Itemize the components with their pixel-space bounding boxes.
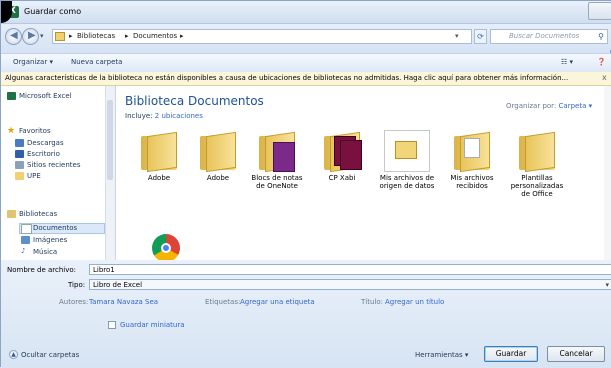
music-icon: ♪ bbox=[21, 247, 26, 255]
folder-icon bbox=[15, 172, 24, 180]
nav-item-excel[interactable]: Microsoft Excel bbox=[19, 92, 72, 100]
new-folder-button[interactable]: Nueva carpeta bbox=[71, 58, 122, 66]
file-view: Biblioteca Documentos Incluye: 2 ubicaci… bbox=[116, 86, 611, 260]
folder-icon bbox=[55, 32, 65, 41]
close-icon[interactable]: x bbox=[602, 73, 607, 82]
nav-item-downloads[interactable]: Descargas bbox=[27, 139, 64, 147]
type-label: Tipo: bbox=[68, 281, 86, 289]
search-placeholder: Buscar Documentos bbox=[509, 32, 580, 40]
navigation-pane: Microsoft Excel ★ Favoritos Descargas Es… bbox=[1, 86, 116, 260]
save-as-dialog: Guardar como ▾ ▸ Bibliotecas ▸ Documento… bbox=[0, 0, 611, 368]
excel-icon bbox=[7, 92, 16, 100]
documents-icon bbox=[21, 224, 32, 234]
file-view-scrollbar[interactable] bbox=[604, 86, 611, 260]
info-bar-text[interactable]: Algunas características de la biblioteca… bbox=[5, 74, 568, 82]
search-input[interactable]: Buscar Documentos ⚲ bbox=[490, 29, 608, 44]
list-item[interactable]: Adobe bbox=[188, 130, 248, 216]
nav-scrollbar[interactable] bbox=[105, 86, 115, 260]
arrange-by-dropdown[interactable]: Carpeta ▾ bbox=[559, 102, 593, 110]
nav-item-pictures[interactable]: Imágenes bbox=[33, 236, 67, 244]
authors-label: Autores: bbox=[59, 298, 89, 306]
save-form: Nombre de archivo: Libro1 Tipo: Libro de… bbox=[1, 260, 611, 368]
filename-field[interactable]: Libro1 bbox=[89, 264, 611, 275]
pdf-folder-icon bbox=[322, 130, 364, 173]
folder-icon bbox=[452, 130, 494, 173]
save-thumbnail-label[interactable]: Guardar miniatura bbox=[120, 321, 185, 329]
library-title: Biblioteca Documentos bbox=[125, 94, 264, 108]
close-button[interactable] bbox=[588, 2, 611, 20]
tools-button[interactable]: Herramientas ▾ bbox=[415, 351, 468, 359]
view-options-icon[interactable]: ☷ ▾ bbox=[561, 58, 573, 66]
folder-icon bbox=[517, 130, 559, 173]
data-sources-icon bbox=[384, 130, 430, 172]
list-item[interactable]: Blocs de notas de OneNote bbox=[247, 130, 307, 216]
list-item[interactable]: CP Xabi bbox=[312, 130, 372, 216]
nav-item-desktop[interactable]: Escritorio bbox=[27, 150, 60, 158]
recent-pages-dropdown[interactable]: ▾ bbox=[40, 32, 44, 40]
downloads-icon bbox=[15, 139, 24, 147]
list-item[interactable]: Plantillas personalizadas de Office bbox=[507, 130, 567, 216]
nav-item-upe[interactable]: UPE bbox=[27, 172, 41, 180]
cancel-button[interactable]: Cancelar bbox=[547, 346, 605, 362]
nav-item-music[interactable]: Música bbox=[33, 248, 57, 256]
forward-button[interactable] bbox=[22, 28, 39, 45]
hide-folders-button[interactable]: Ocultar carpetas bbox=[21, 351, 79, 359]
list-item[interactable]: Adobe bbox=[129, 130, 189, 216]
title-bar: Guardar como bbox=[1, 1, 611, 24]
save-thumbnail-checkbox[interactable] bbox=[108, 321, 116, 329]
folder-icon bbox=[198, 130, 240, 173]
breadcrumb-bibliotecas[interactable]: Bibliotecas bbox=[77, 32, 115, 40]
search-icon: ⚲ bbox=[598, 32, 604, 41]
scrollbar-thumb[interactable] bbox=[107, 100, 113, 180]
nav-item-recent[interactable]: Sitios recientes bbox=[27, 161, 81, 169]
list-item[interactable]: Mis archivos de origen de datos bbox=[377, 130, 437, 216]
refresh-button[interactable]: ⟳ bbox=[474, 29, 487, 44]
authors-field[interactable]: Tamara Navaza Sea bbox=[89, 298, 158, 306]
libraries-icon bbox=[7, 210, 16, 218]
chevron-up-icon[interactable]: ▲ bbox=[9, 350, 18, 359]
back-button[interactable] bbox=[5, 28, 22, 45]
file-type-select[interactable]: Libro de Excel ▾ bbox=[89, 279, 611, 290]
nav-item-documents[interactable]: Documentos bbox=[33, 224, 77, 232]
onenote-folder-icon bbox=[257, 130, 299, 173]
help-icon[interactable]: ❓ bbox=[597, 58, 606, 66]
save-button[interactable]: Guardar bbox=[484, 346, 538, 362]
desktop-icon bbox=[15, 150, 24, 158]
locations-link[interactable]: 2 ubicaciones bbox=[155, 112, 203, 120]
chevron-down-icon[interactable]: ▾ bbox=[455, 32, 459, 40]
list-item[interactable]: Mis archivos recibidos bbox=[442, 130, 502, 216]
nav-item-favorites[interactable]: Favoritos bbox=[19, 127, 51, 135]
title-field[interactable]: Agregar un título bbox=[385, 298, 444, 306]
star-icon: ★ bbox=[7, 126, 16, 136]
info-bar[interactable]: Algunas características de la biblioteca… bbox=[1, 72, 611, 86]
tags-label: Etiquetas: bbox=[205, 298, 241, 306]
filename-label: Nombre de archivo: bbox=[7, 266, 77, 274]
chrome-icon[interactable] bbox=[152, 234, 180, 260]
folder-icon bbox=[139, 130, 181, 173]
nav-item-libraries[interactable]: Bibliotecas bbox=[19, 210, 57, 218]
tags-field[interactable]: Agregar una etiqueta bbox=[240, 298, 315, 306]
arrange-by: Organizar por: Carpeta ▾ bbox=[506, 102, 593, 110]
window-title: Guardar como bbox=[24, 7, 82, 16]
breadcrumb-documentos[interactable]: Documentos bbox=[133, 32, 177, 40]
breadcrumb[interactable]: ▸ Bibliotecas ▸ Documentos ▸ ▾ bbox=[52, 29, 472, 44]
pictures-icon bbox=[21, 236, 30, 244]
library-includes: Incluye: 2 ubicaciones bbox=[125, 112, 203, 120]
organize-button[interactable]: Organizar ▾ bbox=[13, 58, 53, 66]
title-label: Título: bbox=[361, 298, 383, 306]
address-bar: ▾ ▸ Bibliotecas ▸ Documentos ▸ ▾ ⟳ Busca… bbox=[1, 24, 611, 50]
chevron-down-icon: ▾ bbox=[605, 281, 609, 289]
recent-places-icon bbox=[15, 161, 24, 169]
command-bar: Organizar ▾ Nueva carpeta ☷ ▾ ❓ bbox=[1, 53, 611, 73]
